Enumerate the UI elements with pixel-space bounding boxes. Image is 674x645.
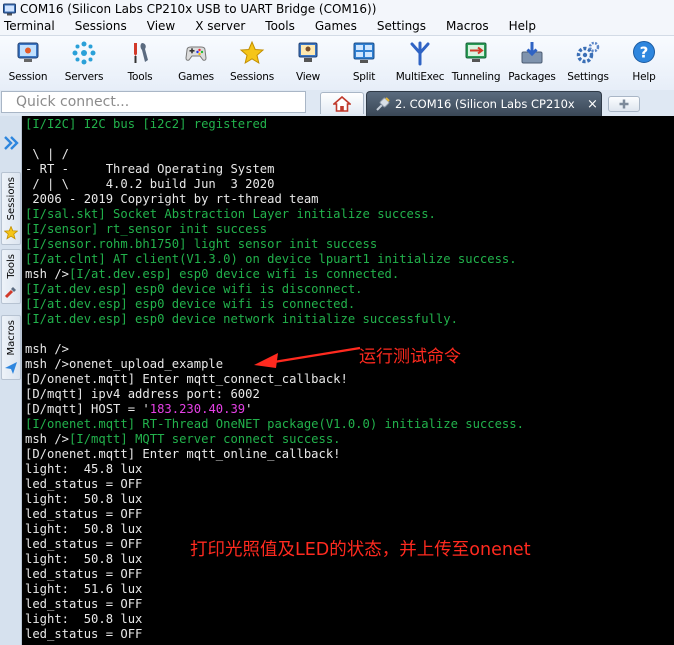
terminal-line: light: 45.8 lux <box>25 462 143 476</box>
sidebar-tab-tools[interactable]: Tools <box>1 249 21 304</box>
multiexec-icon <box>410 41 430 66</box>
terminal-line: [I/sensor.rohm.bh1750] light sensor init… <box>25 237 378 251</box>
toolbar-multiexec-button[interactable]: MultiExec <box>392 36 448 88</box>
home-tab[interactable] <box>320 92 364 114</box>
terminal-line: [I/at.dev.esp] esp0 device wifi is conne… <box>25 297 356 311</box>
menu-view[interactable]: View <box>142 18 180 36</box>
toolbar-tools-button[interactable]: Tools <box>112 36 168 88</box>
tunneling-icon <box>465 42 487 62</box>
terminal-line: [I/sal.skt] Socket Abstraction Layer ini… <box>25 207 436 221</box>
menu-help[interactable]: Help <box>504 18 541 36</box>
toolbar-sessions-button[interactable]: Sessions <box>224 36 280 88</box>
window-title: COM16 (Silicon Labs CP210x USB to UART B… <box>20 2 377 16</box>
gear-icon <box>576 41 600 64</box>
session-icon <box>17 42 39 62</box>
annotation-arrow <box>254 346 361 368</box>
toolbar-tunneling-button[interactable]: Tunneling <box>448 36 504 88</box>
close-icon[interactable]: × <box>587 97 598 112</box>
side-panel: Sessions Tools Macros <box>0 116 22 645</box>
terminal-line: light: 50.8 lux <box>25 612 143 626</box>
terminal-line: led_status = OFF <box>25 627 143 641</box>
terminal-line: 2006 - 2019 Copyright by rt-thread team <box>25 192 319 206</box>
servers-icon <box>72 41 96 65</box>
menu-settings[interactable]: Settings <box>372 18 431 36</box>
toolbar-view-button[interactable]: View <box>280 36 336 88</box>
terminal-line: [I/onenet.mqtt] RT-Thread OneNET package… <box>25 417 524 431</box>
menu-terminal[interactable]: Terminal <box>0 18 60 36</box>
terminal-line: [I/at.clnt] AT client(V1.3.0) on device … <box>25 252 517 266</box>
terminal-line: led_status = OFF <box>25 477 143 491</box>
menu-sessions[interactable]: Sessions <box>70 18 132 36</box>
terminal-line: light: 51.6 lux <box>25 582 143 596</box>
tools-icon <box>134 43 148 63</box>
tools-icon <box>4 286 16 298</box>
terminal-line: [D/onenet.mqtt] Enter mqtt_connect_callb… <box>25 372 348 386</box>
title-bar: COM16 (Silicon Labs CP210x USB to UART B… <box>0 0 674 18</box>
send-icon <box>5 362 17 375</box>
toolbar-games-button[interactable]: Games <box>168 36 224 88</box>
toolbar-split-button[interactable]: Split <box>336 36 392 88</box>
terminal-line: led_status = OFF <box>25 597 143 611</box>
terminal-line: \ | / <box>25 147 70 161</box>
terminal-line: led_status = OFF <box>25 507 143 521</box>
sidebar-tab-macros[interactable]: Macros <box>1 315 21 381</box>
terminal-line: light: 50.8 lux <box>25 522 143 536</box>
tab-row: Quick connect... 2. COM16 (Silicon Labs … <box>0 90 674 116</box>
toolbar-servers-button[interactable]: Servers <box>56 36 112 88</box>
menu-games[interactable]: Games <box>310 18 362 36</box>
split-icon <box>353 42 375 63</box>
packages-icon <box>521 42 543 64</box>
terminal-line: led_status = OFF <box>25 567 143 581</box>
tab-com16-label: 2. COM16 (Silicon Labs CP210x USB <box>395 97 575 111</box>
mobaxterm-window: COM16 (Silicon Labs CP210x USB to UART B… <box>0 0 674 645</box>
terminal-line: [I/at.dev.esp] esp0 device wifi is disco… <box>25 282 363 296</box>
serial-plug-icon <box>376 97 390 111</box>
view-icon <box>298 42 318 62</box>
terminal-line: [D/mqtt] HOST = '183.230.40.39' <box>25 402 253 416</box>
terminal-line: msh />[I/at.dev.esp] esp0 device wifi is… <box>25 267 400 281</box>
terminal-output[interactable]: [I/I2C] I2C bus [i2c2] registered \ | / -… <box>22 116 674 645</box>
app-icon <box>3 3 16 15</box>
toolbar: Session Servers Tools Games Sessions Vie… <box>0 36 674 90</box>
toolbar-packages-button[interactable]: Packages <box>504 36 560 88</box>
svg-text:?: ? <box>640 44 649 62</box>
sidebar-tab-sessions[interactable]: Sessions <box>1 172 21 246</box>
new-tab-icon <box>619 99 629 109</box>
annotation-run-command: 运行测试命令 <box>359 347 461 367</box>
star-icon <box>239 40 265 65</box>
star-icon <box>4 226 18 240</box>
games-icon <box>185 46 207 61</box>
terminal-line: [I/sensor] rt_sensor init success <box>25 222 268 236</box>
quick-connect-input[interactable]: Quick connect... <box>1 91 306 113</box>
tab-com16[interactable]: 2. COM16 (Silicon Labs CP210x USB × <box>366 91 602 116</box>
terminal-line: - RT - Thread Operating System <box>25 162 275 176</box>
terminal-lines: [I/I2C] I2C bus [i2c2] registered \ | / -… <box>25 117 674 642</box>
menu-macros[interactable]: Macros <box>441 18 494 36</box>
terminal-line: [I/I2C] I2C bus [i2c2] registered <box>25 117 268 131</box>
terminal-line: msh />[I/mqtt] MQTT server connect succe… <box>25 432 341 446</box>
new-tab-button[interactable] <box>608 96 640 112</box>
menu-bar: Terminal Sessions View X server Tools Ga… <box>0 18 674 36</box>
terminal-line: / | \ 4.0.2 build Jun 3 2020 <box>25 177 275 191</box>
toolbar-session-button[interactable]: Session <box>0 36 56 88</box>
double-chevron-right-icon[interactable] <box>3 135 19 151</box>
menu-tools[interactable]: Tools <box>260 18 300 36</box>
terminal-line: [I/at.dev.esp] esp0 device network initi… <box>25 312 458 326</box>
terminal-line: [D/onenet.mqtt] Enter mqtt_online_callba… <box>25 447 341 461</box>
toolbar-help-button[interactable]: ? Help <box>616 36 672 88</box>
terminal-line: [D/mqtt] ipv4 address port: 6002 <box>25 387 260 401</box>
annotation-print-status: 打印光照值及LED的状态，并上传至onenet <box>190 540 531 560</box>
menu-x-server[interactable]: X server <box>190 18 250 36</box>
terminal-line: light: 50.8 lux <box>25 492 143 506</box>
help-icon: ? <box>633 41 655 63</box>
toolbar-settings-button[interactable]: Settings <box>560 36 616 88</box>
home-icon <box>333 95 351 112</box>
